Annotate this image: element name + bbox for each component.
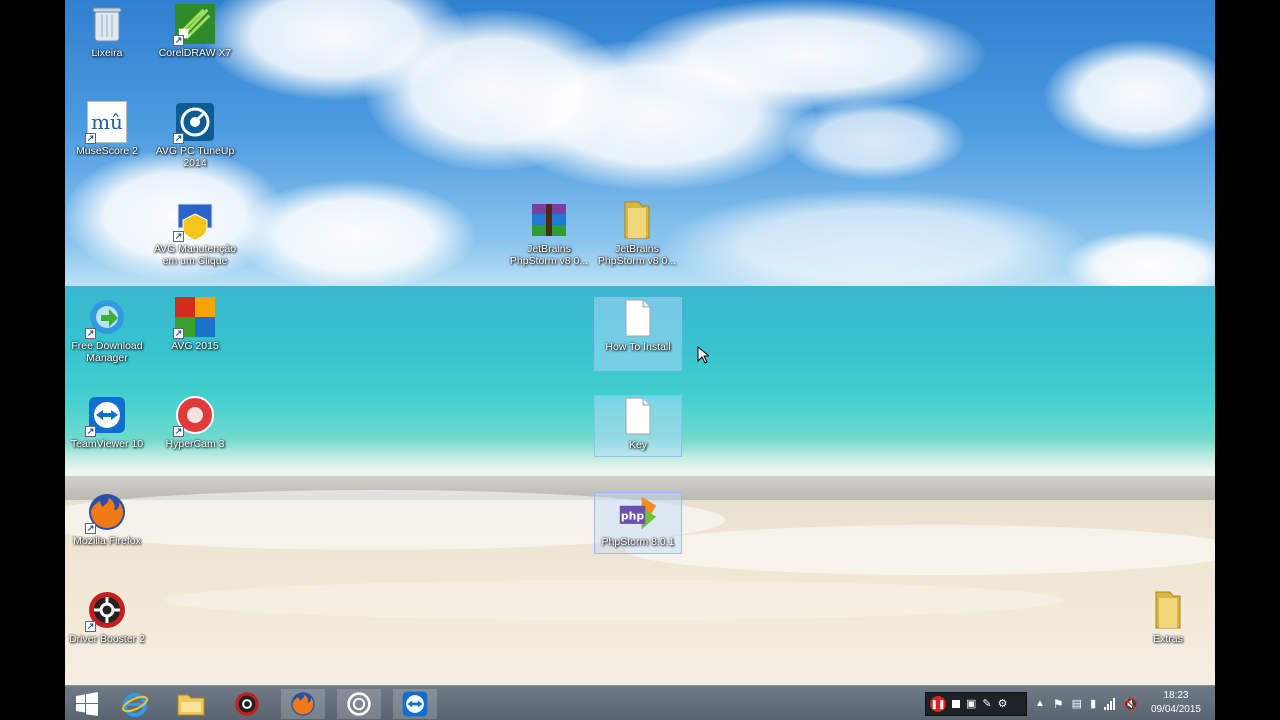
recycle-bin-icon (87, 4, 127, 44)
desktop-icon-label: Extras (1153, 633, 1183, 645)
stop-recording-icon[interactable] (952, 699, 960, 708)
volume-muted-icon[interactable]: 🔇 (1123, 697, 1138, 711)
desktop-icon-hypercam[interactable]: ↗ HyperCam 3 (152, 395, 238, 450)
desktop-icon-phpstorm-archive[interactable]: JetBrains PhpStorm v8 0... (506, 200, 592, 267)
winrar-archive-icon (529, 200, 569, 240)
desktop-icon-label: Free Download Manager (71, 340, 143, 364)
desktop-icon-label: How To Install (605, 341, 671, 353)
hypercam-icon: ↗ (173, 395, 215, 437)
start-button[interactable] (65, 689, 109, 719)
taskbar-driver-booster[interactable] (225, 689, 269, 719)
pen-icon[interactable]: ✎ (982, 697, 991, 710)
text-file-icon (618, 298, 658, 338)
avg-tuneup-icon (347, 692, 371, 716)
desktop-icon-key[interactable]: Key (594, 395, 682, 457)
mouse-cursor-icon (697, 345, 711, 369)
firefox-icon: ↗ (85, 492, 127, 534)
usb-device-icon[interactable]: ▤ (1072, 697, 1082, 710)
desktop-icon-musescore[interactable]: mû ↗ MuseScore 2 (65, 101, 150, 157)
taskbar-avg-tuneup[interactable] (337, 689, 381, 719)
folder-icon (1148, 590, 1188, 630)
show-hidden-icons-icon[interactable]: ▲ (1035, 698, 1045, 709)
driver-booster-icon: ↗ (85, 590, 127, 632)
firefox-icon (291, 692, 315, 716)
desktop-icon-label: AVG 2015 (171, 340, 219, 352)
desktop-icon-firefox[interactable]: ↗ Mozilla Firefox (65, 492, 150, 547)
desktop-icon-label: Key (628, 439, 648, 451)
file-explorer-icon (177, 694, 205, 716)
desktop-icon-phpstorm-folder[interactable]: JetBrains PhpStorm v8 0... (594, 200, 680, 267)
pause-recording-icon[interactable]: ❚❚ (930, 695, 946, 712)
desktop-icon-label: AVG Manutenção em um Clique (153, 243, 237, 267)
settings-icon[interactable]: ⚙ (998, 697, 1008, 710)
desktop-icon-label: PhpStorm 8.0.1 (601, 536, 675, 548)
taskbar-firefox[interactable] (281, 689, 325, 719)
taskbar-internet-explorer[interactable] (113, 689, 157, 719)
desktop-icon-label: CorelDRAW X7 (158, 47, 232, 59)
desktop-icon-avg-tuneup[interactable]: ↗ AVG PC TuneUp 2014 (152, 102, 238, 169)
desktop-icon-label: Driver Booster 2 (69, 633, 145, 645)
taskbar-file-explorer[interactable] (169, 689, 213, 719)
action-center-flag-icon[interactable]: ⚑ (1053, 697, 1064, 711)
desktop[interactable]: Lixeira mû ↗ MuseScore 2 ↗ Free Download… (65, 0, 1215, 720)
desktop-icon-label: JetBrains PhpStorm v8 0... (597, 243, 677, 267)
recording-toolbar: ❚❚ ▣ ✎ ⚙ (925, 691, 1027, 716)
desktop-icon-avg-2015[interactable]: ↗ AVG 2015 (152, 297, 238, 352)
desktop-icon-label: MuseScore 2 (76, 145, 138, 157)
clock-date: 09/04/2015 (1150, 704, 1201, 715)
desktop-icon-extras[interactable]: Extras (1125, 590, 1211, 645)
text-file-icon (618, 396, 658, 436)
internet-explorer-icon (122, 693, 148, 717)
svg-text:php: php (621, 509, 645, 522)
teamviewer-icon (402, 691, 428, 717)
folder-icon (617, 200, 657, 240)
clock[interactable]: 18:23 09/04/2015 (1151, 689, 1201, 717)
power-icon[interactable]: ▮ (1090, 697, 1096, 710)
camera-icon[interactable]: ▣ (966, 697, 976, 710)
desktop-icon-teamviewer[interactable]: ↗ TeamViewer 10 (65, 395, 150, 450)
avg-maintenance-icon: ↗ (173, 200, 215, 242)
desktop-icon-label: HyperCam 3 (165, 438, 225, 450)
desktop-icon-phpstorm-installer[interactable]: php PhpStorm 8.0.1 (594, 492, 682, 554)
coreldraw-icon: ↗ (173, 4, 215, 46)
desktop-icon-label: Mozilla Firefox (73, 535, 141, 547)
phpstorm-icon: php (618, 493, 658, 533)
driver-booster-icon (235, 692, 259, 716)
desktop-icon-how-to-install[interactable]: How To Install (594, 297, 682, 371)
start-icon (76, 692, 98, 716)
avg-icon: ↗ (173, 297, 215, 339)
desktop-icon-label: Lixeira (91, 47, 123, 59)
desktop-icon-recycle-bin[interactable]: Lixeira (65, 4, 150, 59)
avg-tuneup-icon: ↗ (173, 102, 215, 144)
desktop-icon-label: AVG PC TuneUp 2014 (155, 145, 235, 169)
desktop-icon-free-download-manager[interactable]: ↗ Free Download Manager (65, 297, 150, 364)
taskbar-teamviewer[interactable] (393, 689, 437, 719)
system-tray: ❚❚ ▣ ✎ ⚙ ▲ ⚑ ▤ ▮ 🔇 (925, 686, 1138, 720)
free-download-manager-icon: ↗ (85, 297, 127, 339)
desktop-icon-label: JetBrains PhpStorm v8 0... (509, 243, 589, 267)
teamviewer-icon: ↗ (85, 395, 127, 437)
clock-time: 18:23 (1163, 690, 1189, 701)
desktop-icon-label: TeamViewer 10 (70, 438, 144, 450)
network-signal-icon[interactable] (1104, 697, 1116, 710)
musescore-icon: mû ↗ (85, 101, 127, 144)
taskbar: ❚❚ ▣ ✎ ⚙ ▲ ⚑ ▤ ▮ 🔇 18:23 09/04/2015 (65, 685, 1215, 720)
desktop-icon-avg-maintenance[interactable]: ↗ AVG Manutenção em um Clique (152, 200, 238, 267)
desktop-icon-coreldraw[interactable]: ↗ CorelDRAW X7 (152, 4, 238, 59)
desktop-icon-driver-booster[interactable]: ↗ Driver Booster 2 (65, 590, 150, 645)
